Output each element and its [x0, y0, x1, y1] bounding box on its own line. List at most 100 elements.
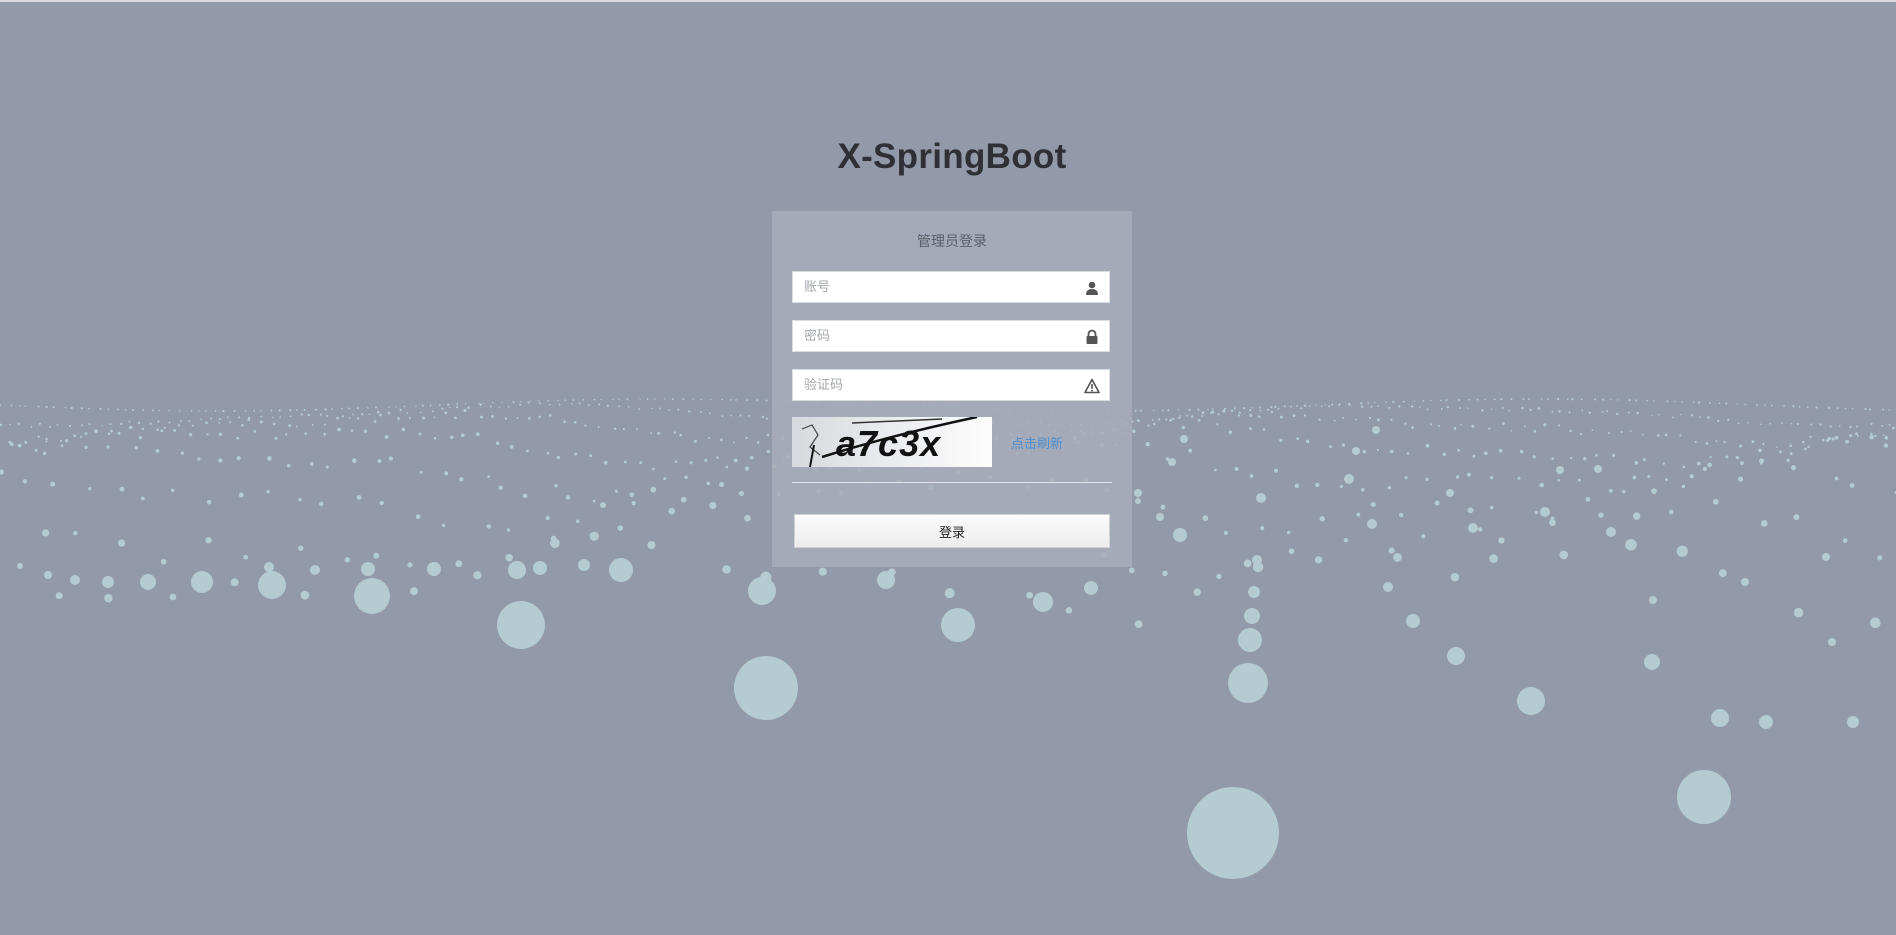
particle — [1595, 453, 1598, 457]
particle — [300, 413, 303, 416]
particle — [682, 398, 685, 400]
particle — [1228, 663, 1268, 703]
particle — [1216, 573, 1222, 580]
particle — [1677, 770, 1731, 824]
particle — [735, 399, 737, 401]
particle — [177, 424, 180, 427]
particle — [17, 422, 20, 425]
particle — [218, 422, 221, 424]
particle — [1440, 408, 1443, 410]
particle — [1692, 401, 1695, 403]
particle — [138, 436, 143, 440]
particle — [295, 425, 298, 428]
particle — [156, 428, 159, 432]
particle — [519, 403, 522, 406]
particle — [766, 433, 770, 437]
particle — [399, 408, 402, 412]
particle — [1741, 578, 1749, 586]
particle — [1642, 458, 1646, 462]
particle — [1296, 437, 1300, 441]
particle — [1453, 427, 1457, 430]
particle — [210, 417, 213, 420]
particle — [1459, 407, 1462, 409]
particle — [205, 421, 208, 425]
particle — [473, 571, 482, 580]
particle — [454, 416, 457, 420]
particle — [706, 481, 711, 486]
particle — [659, 407, 662, 410]
particle — [1398, 405, 1401, 408]
particle — [140, 496, 145, 501]
particle — [1834, 476, 1839, 481]
particle — [1377, 405, 1380, 408]
particle — [30, 426, 33, 428]
particle — [1658, 413, 1660, 416]
particle — [401, 427, 406, 432]
particle — [1523, 425, 1526, 428]
particle — [1557, 478, 1561, 482]
particle — [614, 427, 617, 431]
particle — [1533, 429, 1537, 433]
particle — [169, 593, 177, 601]
particle — [1583, 457, 1587, 461]
particle — [1606, 527, 1616, 537]
particle — [288, 424, 292, 428]
particle — [137, 421, 141, 425]
particle — [1468, 523, 1478, 533]
refresh-captcha-link[interactable]: 点击刷新 — [1011, 433, 1063, 452]
particle — [116, 408, 119, 411]
particle — [1286, 530, 1291, 535]
password-field — [792, 320, 1110, 352]
particle — [38, 422, 41, 425]
particle — [106, 445, 110, 449]
particle — [373, 420, 377, 423]
particle — [361, 562, 375, 576]
particle — [387, 411, 391, 415]
particle — [1259, 409, 1262, 412]
particle — [1168, 458, 1176, 466]
username-input[interactable] — [793, 272, 1084, 302]
particle — [1186, 414, 1189, 417]
particle — [311, 423, 314, 426]
particle — [1134, 620, 1143, 629]
particle — [373, 552, 380, 559]
particle — [300, 590, 310, 600]
particle — [1819, 423, 1822, 426]
particle — [73, 530, 78, 536]
particle — [226, 416, 229, 419]
particle — [614, 489, 618, 493]
particle — [1258, 406, 1261, 409]
particle — [545, 515, 550, 521]
particle — [141, 427, 145, 431]
particle — [24, 440, 28, 444]
login-button[interactable]: 登录 — [794, 514, 1110, 548]
particle — [1157, 418, 1161, 421]
particle — [505, 553, 514, 562]
password-input[interactable] — [793, 321, 1084, 351]
particle — [206, 499, 212, 505]
particle — [1591, 429, 1594, 432]
particle — [238, 492, 244, 498]
particle — [419, 411, 422, 414]
particle — [1602, 398, 1605, 401]
particle — [1279, 438, 1283, 442]
captcha-input[interactable] — [793, 370, 1084, 400]
particle — [157, 420, 160, 423]
particle — [356, 407, 359, 410]
particle — [631, 501, 636, 506]
particle — [492, 401, 494, 404]
particle — [756, 441, 760, 444]
particle — [1197, 418, 1201, 422]
particle — [687, 410, 691, 413]
captcha-image[interactable]: a7c3x — [792, 417, 992, 467]
particle — [557, 399, 559, 402]
particle — [548, 414, 552, 417]
particle — [1305, 439, 1310, 444]
particle — [0, 469, 4, 475]
particle — [571, 403, 573, 405]
particle — [1632, 475, 1637, 480]
particle — [486, 524, 491, 529]
particle — [388, 456, 393, 461]
particle — [160, 429, 164, 433]
particle — [1393, 552, 1402, 562]
